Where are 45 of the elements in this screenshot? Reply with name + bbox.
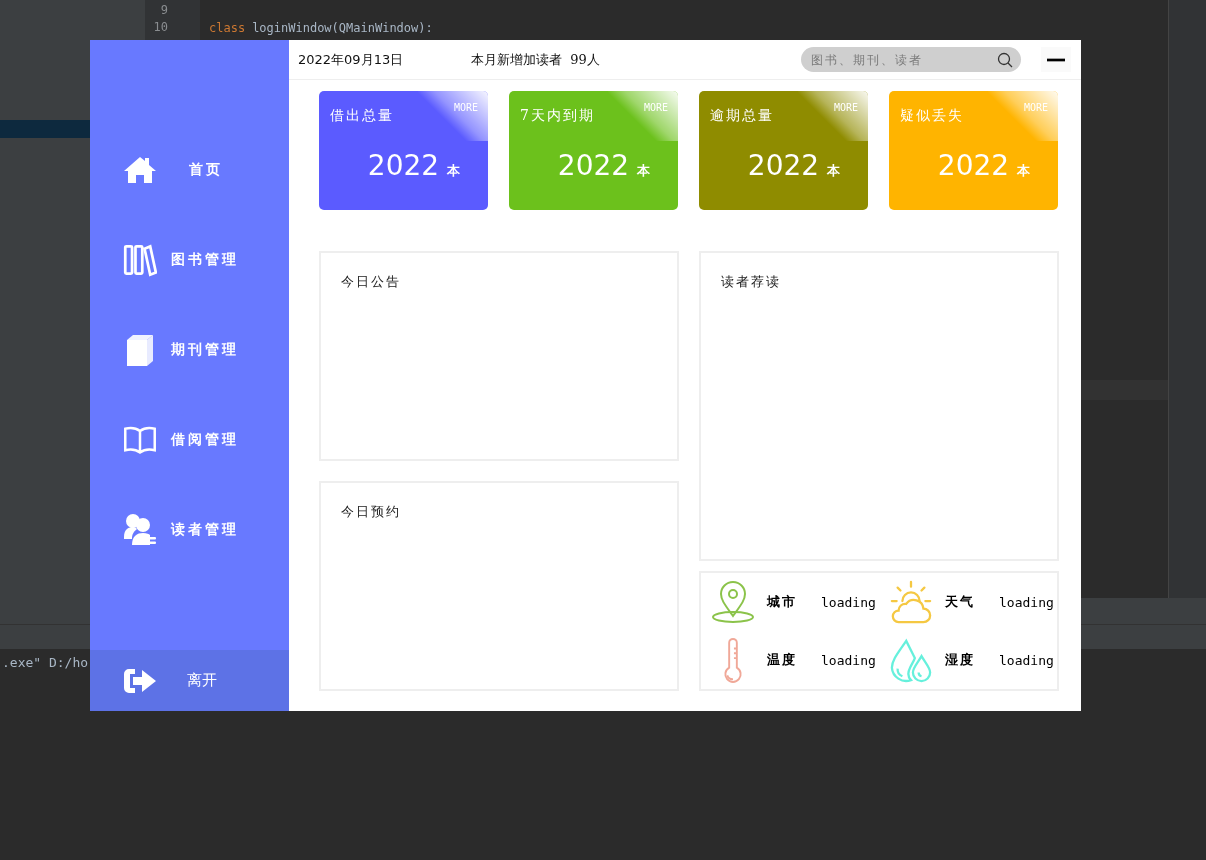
- terminal-text: .exe" D:/ho: [2, 655, 89, 670]
- readers-icon: [123, 513, 157, 547]
- line-number: 9: [160, 2, 168, 19]
- card-title: 借出总量: [330, 106, 394, 125]
- search-icon: [997, 52, 1013, 68]
- card-unit: 本: [827, 162, 841, 180]
- sidebar-item[interactable]: 读者管理: [90, 508, 289, 552]
- panel-title: 今日公告: [341, 274, 401, 289]
- weather-label: 城市: [767, 593, 798, 611]
- sidebar-item[interactable]: 借阅管理: [90, 418, 289, 462]
- card-value: 2022: [367, 149, 440, 182]
- card-title: 逾期总量: [710, 106, 774, 125]
- weather-value: loading: [999, 652, 1054, 668]
- sidebar-item[interactable]: 图书管理: [90, 238, 289, 282]
- sidebar-item[interactable]: 期刊管理: [90, 328, 289, 372]
- panel-title: 今日预约: [341, 504, 401, 519]
- weather-value: loading: [821, 594, 876, 610]
- line-number: 10: [153, 19, 168, 36]
- exit-button[interactable]: 离开: [90, 650, 289, 711]
- weather-label: 湿度: [945, 651, 976, 669]
- minimize-button[interactable]: [1041, 47, 1071, 72]
- minimize-icon: [1047, 57, 1065, 62]
- weather-value: loading: [999, 594, 1054, 610]
- books-icon: [123, 243, 157, 277]
- weather-label: 天气: [945, 593, 976, 611]
- card-title: 疑似丢失: [900, 106, 964, 125]
- sun-cloud-icon: [889, 579, 933, 625]
- code-line: class loginWindow(QMainWindow):: [209, 21, 433, 35]
- panel-title: 读者荐读: [721, 274, 781, 289]
- card-value: 2022: [937, 149, 1010, 182]
- weather-value: loading: [821, 652, 876, 668]
- card-title: 7天内到期: [520, 106, 595, 125]
- card-unit: 本: [1017, 162, 1031, 180]
- exit-icon: [123, 666, 157, 695]
- card-unit: 本: [447, 162, 461, 180]
- sidebar-item[interactable]: 首页: [90, 148, 289, 192]
- card-value: 2022: [557, 149, 630, 182]
- search-field[interactable]: 图书、期刊、读者: [801, 47, 1021, 72]
- card-value: 2022: [747, 149, 820, 182]
- weather-label: 温度: [767, 651, 798, 669]
- new-readers-text: 本月新增加读者 99人: [471, 50, 600, 69]
- date-text: 2022年09月13日: [298, 50, 405, 69]
- water-drops-icon: [889, 637, 933, 683]
- card-unit: 本: [637, 162, 651, 180]
- map-pin-icon: [711, 579, 755, 625]
